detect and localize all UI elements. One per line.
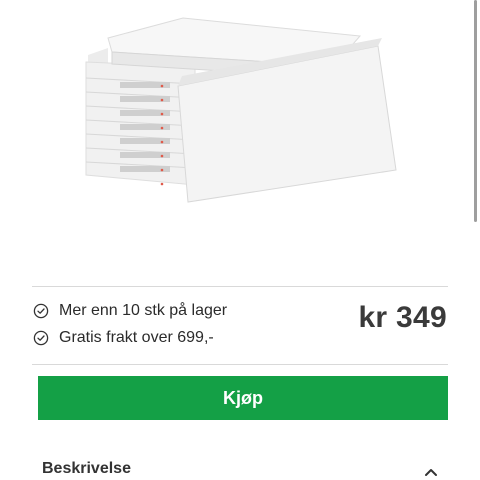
product-image [0,0,480,262]
scrollbar[interactable] [474,0,477,222]
description-title: Beskrivelse [42,460,131,477]
shipping-text: Gratis frakt over 699,- [59,329,214,346]
check-circle-icon [33,303,49,319]
divider [32,286,448,287]
check-circle-icon [33,330,49,346]
chevron-up-icon [424,464,438,476]
shipping-info: Gratis frakt over 699,- [33,329,214,347]
availability-text: Mer enn 10 stk på lager [59,302,228,319]
stock-availability: Mer enn 10 stk på lager [33,302,227,320]
description-accordion-header[interactable]: Beskrivelse [42,460,438,478]
buy-button[interactable]: Kjøp [38,376,448,420]
price-label: kr 349 [358,301,447,334]
divider [32,364,448,365]
